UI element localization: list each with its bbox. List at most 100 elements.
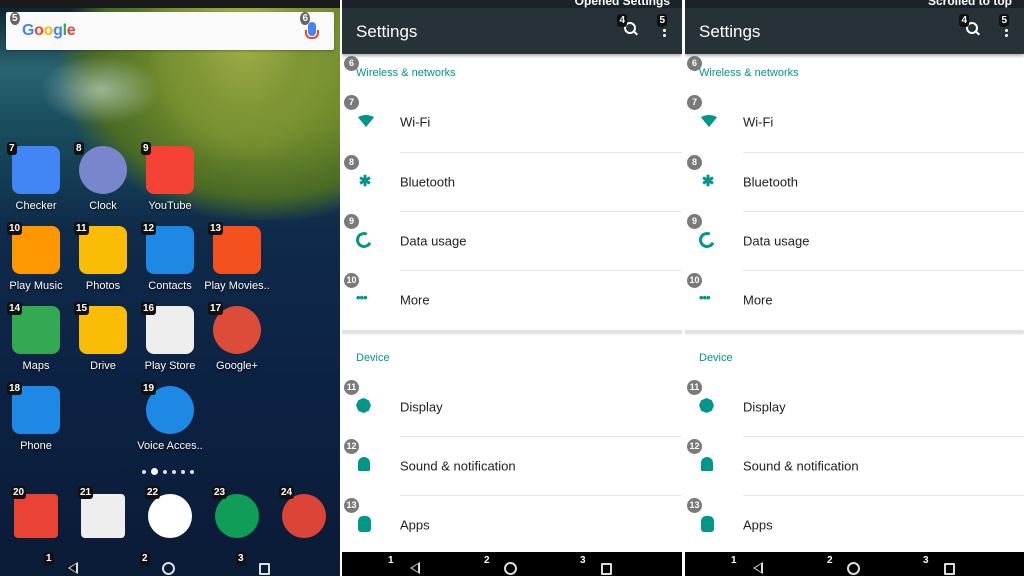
app-checker[interactable]: 7 Checker	[3, 140, 69, 212]
badge: 10	[344, 273, 359, 288]
home-button[interactable]	[500, 556, 520, 575]
settings-item-display[interactable]: 11 Display	[342, 378, 682, 436]
back-button[interactable]	[62, 556, 82, 574]
back-icon	[410, 562, 420, 574]
logo-letter: e	[66, 22, 76, 39]
app-voice-acces[interactable]: 19 Voice Acces..	[137, 380, 203, 452]
settings-screen: Opened Settings Settings 4 5 6 Wireless …	[342, 0, 682, 576]
badge: 6	[300, 12, 310, 25]
dock-gmail[interactable]: 20	[3, 484, 69, 538]
mic-icon[interactable]	[305, 22, 319, 39]
recents-icon	[259, 563, 270, 575]
app-drawer-icon	[148, 494, 192, 538]
app-youtube[interactable]: 9 YouTube	[137, 140, 203, 212]
google-search-bar[interactable]: 5 Google 6	[6, 12, 334, 50]
recents-button[interactable]	[254, 556, 274, 575]
app-label: Maps	[22, 360, 50, 372]
recents-button[interactable]	[939, 556, 959, 575]
settings-item-data-usage[interactable]: 9 Data usage	[685, 212, 1024, 270]
youtube-icon	[146, 146, 194, 194]
settings-item-sound[interactable]: 12 Sound & notification	[685, 437, 1024, 495]
dock-chrome[interactable]: 24	[271, 484, 337, 538]
settings-item-sound[interactable]: 12 Sound & notification	[342, 437, 682, 495]
bluetooth-icon: ✱	[358, 173, 372, 190]
recents-button[interactable]	[596, 556, 616, 575]
display-icon	[699, 398, 717, 416]
badge: 1	[731, 555, 737, 566]
page-dot	[142, 469, 146, 474]
bell-icon	[699, 457, 717, 475]
page-dot	[181, 469, 185, 474]
page-dot	[163, 469, 167, 474]
dock-hangouts[interactable]: 23	[204, 484, 270, 538]
back-button[interactable]	[404, 556, 424, 574]
badge: 13	[687, 498, 702, 513]
settings-item-wifi[interactable]: 7 Wi-Fi	[685, 93, 1024, 151]
app-label: YouTube	[148, 200, 192, 212]
settings-item-apps[interactable]: 13 Apps	[685, 496, 1024, 554]
app-label: Google+	[216, 360, 258, 372]
settings-item-apps[interactable]: 13 Apps	[342, 496, 682, 554]
back-button[interactable]	[747, 556, 767, 574]
badge: 21	[78, 486, 94, 499]
app-play-movies[interactable]: 13 Play Movies..	[204, 220, 270, 292]
app-photos[interactable]: 11 Photos	[70, 220, 136, 292]
app-maps[interactable]: 14 Maps	[3, 300, 69, 372]
item-label: Sound & notification	[400, 458, 516, 474]
toolbar: Settings 4 5	[342, 8, 682, 54]
app-play-store[interactable]: 16 Play Store	[137, 300, 203, 372]
app-drive[interactable]: 15 Drive	[70, 300, 136, 372]
settings-item-display[interactable]: 11 Display	[685, 378, 1024, 436]
wifi-icon	[699, 113, 719, 131]
badge: 12	[344, 439, 359, 454]
badge: 6	[344, 56, 359, 71]
home-button[interactable]	[843, 556, 863, 575]
settings-item-more[interactable]: 10 ••• More	[685, 271, 1024, 329]
home-button[interactable]	[158, 556, 178, 575]
item-label: Bluetooth	[400, 174, 455, 190]
home-screen: 5 Google 6 7 Checker 8 Clock 9 YouTube 10 P…	[0, 0, 340, 576]
badge: 23	[212, 486, 228, 499]
app-label: Play Movies..	[204, 280, 270, 292]
app-phone[interactable]: 18 Phone	[3, 380, 69, 452]
section-divider	[342, 330, 682, 333]
badge: 11	[344, 380, 359, 395]
item-label: Display	[400, 399, 443, 415]
home-icon	[847, 562, 860, 575]
badge: 13	[208, 222, 224, 235]
settings-item-more[interactable]: 10 ••• More	[342, 271, 682, 329]
app-label: Voice Acces..	[137, 440, 203, 452]
badge: 10	[687, 273, 702, 288]
app-play-music[interactable]: 10 Play Music	[3, 220, 69, 292]
camera-icon	[81, 494, 125, 538]
clock-icon	[79, 146, 127, 194]
dock-camera[interactable]: 21	[70, 484, 136, 538]
badge: 5	[999, 14, 1009, 27]
badge: 9	[141, 142, 151, 155]
badge: 19	[141, 382, 157, 395]
app-contacts[interactable]: 12 Contacts	[137, 220, 203, 292]
settings-item-wifi[interactable]: 7 Wi-Fi	[342, 93, 682, 151]
more-horiz-icon: •••	[356, 290, 368, 305]
badge: 7	[344, 95, 359, 110]
settings-item-bluetooth[interactable]: 8 ✱ Bluetooth	[342, 153, 682, 211]
settings-item-data-usage[interactable]: 9 Data usage	[342, 212, 682, 270]
badge: 9	[344, 214, 359, 229]
status-bar	[0, 0, 340, 8]
badge: 3	[580, 555, 586, 566]
page-dot	[151, 468, 158, 475]
settings-item-bluetooth[interactable]: 8 ✱ Bluetooth	[685, 153, 1024, 211]
recents-icon	[944, 563, 955, 575]
badge: 20	[11, 486, 27, 499]
app-clock[interactable]: 8 Clock	[70, 140, 136, 212]
back-icon	[753, 562, 763, 574]
badge: 5	[10, 12, 20, 25]
badge: 3	[923, 555, 929, 566]
dock-app-drawer[interactable]: 22	[137, 484, 203, 538]
logo-letter: G	[22, 22, 35, 39]
status-message: Opened Settings	[342, 0, 682, 8]
logo-letter: o	[43, 22, 54, 39]
display-icon	[356, 398, 374, 416]
app-google[interactable]: 17 Google+	[204, 300, 270, 372]
badge: 1	[388, 555, 394, 566]
